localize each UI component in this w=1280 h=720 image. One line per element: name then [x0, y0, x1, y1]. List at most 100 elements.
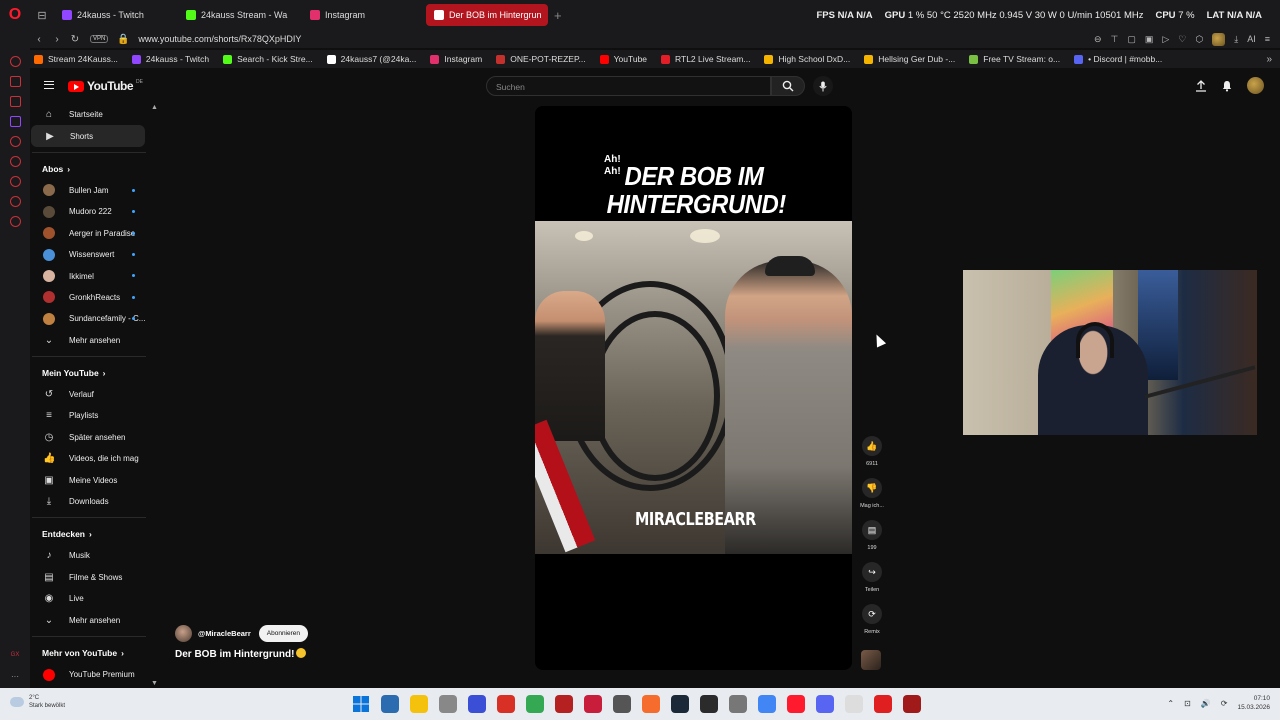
opera-taskbar-icon[interactable]	[787, 695, 805, 713]
like-icon[interactable]: 👍	[862, 436, 882, 456]
wallet-icon[interactable]: ▣	[1145, 34, 1154, 45]
subscribe-button[interactable]: Abonnieren	[258, 625, 309, 642]
dislike-icon[interactable]: 👎	[862, 478, 882, 498]
sidebar-item-explore[interactable]: ♪ Musik	[30, 545, 158, 566]
bookmark-item[interactable]: Free TV Stream: o...	[969, 54, 1060, 64]
sidebar-item-library[interactable]: 👍 Videos, die ich mag	[30, 448, 158, 469]
chrome-taskbar-icon[interactable]	[758, 695, 776, 713]
sidebar-item-startseite[interactable]: ⌂ Startseite	[30, 104, 158, 125]
vpn-badge[interactable]: VPN	[90, 35, 109, 43]
sidebar-item-library[interactable]: ▣ Meine Videos	[30, 469, 158, 490]
my-youtube-heading[interactable]: Mein YouTube ›	[30, 362, 158, 384]
show-more-subscriptions[interactable]: ⌄ Mehr ansehen	[30, 330, 158, 351]
start-taskbar-icon[interactable]	[352, 695, 370, 713]
sidebar-subscription[interactable]: GronkhReacts	[30, 287, 158, 308]
green-app-taskbar-icon[interactable]	[526, 695, 544, 713]
menu-icon[interactable]: ≡	[1265, 34, 1270, 44]
aria-icon[interactable]	[9, 56, 21, 67]
bookmark-item[interactable]: RTL2 Live Stream...	[661, 54, 750, 64]
pdf-taskbar-icon[interactable]	[874, 695, 892, 713]
bookmark-item[interactable]: Hellsing Ger Dub -...	[864, 54, 955, 64]
settings-icon[interactable]	[9, 216, 21, 227]
network-icon[interactable]: ⊡	[1184, 699, 1191, 708]
notes-taskbar-icon[interactable]	[845, 695, 863, 713]
account-avatar[interactable]	[1247, 77, 1264, 94]
sidebar-subscription[interactable]: Wissenswert	[30, 244, 158, 265]
circle-app-taskbar-icon[interactable]	[613, 695, 631, 713]
game1-taskbar-icon[interactable]	[555, 695, 573, 713]
red-app-taskbar-icon[interactable]	[497, 695, 515, 713]
bookmark-item[interactable]: • Discord | #mobb...	[1074, 54, 1162, 64]
sidebar-subscription[interactable]: Sundancefamily - C...	[30, 308, 158, 329]
menu-hamburger-icon[interactable]	[44, 81, 54, 89]
bookmark-item[interactable]: Stream 24Kauss...	[34, 54, 118, 64]
origin-taskbar-icon[interactable]	[642, 695, 660, 713]
browser-tab[interactable]: Instagram	[302, 4, 426, 26]
dislike-action[interactable]: 👎 Mag ich...	[858, 478, 886, 520]
v-app-taskbar-icon[interactable]	[468, 695, 486, 713]
bookmark-item[interactable]: 24kauss - Twitch	[131, 54, 209, 64]
remix-icon[interactable]: ⟳	[862, 604, 882, 624]
sidebar-item-shorts[interactable]: ▶ Shorts	[31, 125, 145, 147]
explore-heading[interactable]: Entdecken ›	[30, 523, 158, 545]
mouse-taskbar-icon[interactable]	[439, 695, 457, 713]
bookmarks-overflow-icon[interactable]: »	[1266, 54, 1272, 65]
forward-icon[interactable]: ›	[48, 34, 66, 45]
twitch-icon[interactable]	[9, 116, 21, 127]
channel-avatar[interactable]	[175, 625, 192, 642]
more-icon[interactable]: ···	[11, 672, 19, 681]
steam-taskbar-icon[interactable]	[671, 695, 689, 713]
like-action[interactable]: 👍 6911	[858, 436, 886, 478]
sidebar-subscription[interactable]: Ikkimel	[30, 265, 158, 286]
sidebar-item-premium[interactable]: YouTube Premium	[30, 664, 158, 685]
tray-chevron-icon[interactable]: ⌃	[1167, 699, 1174, 708]
remix-action[interactable]: ⟳ Remix	[858, 604, 886, 646]
workspace-icon[interactable]: ⊟	[30, 0, 54, 30]
bookmark-item[interactable]: 24kauss7 (@24ka...	[326, 54, 416, 64]
comments-action[interactable]: ▤ 199	[858, 520, 886, 562]
bookmark-item[interactable]: Instagram	[430, 54, 482, 64]
browser-tab[interactable]: 24kauss - Twitch	[54, 4, 178, 26]
search-button[interactable]	[771, 76, 805, 96]
share-action[interactable]: ↪ Teilen	[858, 562, 886, 604]
player-sidebar-icon[interactable]	[9, 156, 21, 167]
aria-ai-icon[interactable]: AI	[1247, 34, 1256, 44]
sidebar-item-explore[interactable]: ▤ Filme & Shows	[30, 567, 158, 588]
show-more-explore[interactable]: ⌄ Mehr ansehen	[30, 609, 158, 630]
youtube-music-icon[interactable]	[9, 136, 21, 147]
player-icon[interactable]: ▷	[1162, 34, 1169, 45]
game2-taskbar-icon[interactable]	[584, 695, 602, 713]
browser-tab[interactable]: 24kauss Stream - Wa	[178, 4, 302, 26]
sidebar-subscription[interactable]: Mudoro 222	[30, 201, 158, 222]
sidebar-item-library[interactable]: ↺ Verlauf	[30, 384, 158, 405]
bookmarks-sidebar-icon[interactable]	[9, 196, 21, 207]
sidebar-subscription[interactable]: Bullen Jam	[30, 180, 158, 201]
app-gray-taskbar-icon[interactable]	[729, 695, 747, 713]
history-sidebar-icon[interactable]	[9, 176, 21, 187]
heart-icon[interactable]: ♡	[1178, 34, 1186, 45]
bookmark-item[interactable]: YouTube	[599, 54, 647, 64]
sidebar-item-library[interactable]: ≡ Playlists	[30, 405, 158, 426]
short-video-player[interactable]: Ah! Ah! DER BOB IM HINTERGRUND! MIRACLEB…	[535, 106, 852, 670]
sync-icon[interactable]: ⟳	[1221, 699, 1228, 708]
app-dark-taskbar-icon[interactable]	[700, 695, 718, 713]
youtube-logo[interactable]: YouTube DE	[68, 79, 143, 93]
lock-icon[interactable]: 🔒	[114, 34, 132, 45]
bookmark-item[interactable]: High School DxD...	[764, 54, 850, 64]
extensions-icon[interactable]: ⬡	[1195, 34, 1203, 45]
notifications-bell-icon[interactable]	[1221, 80, 1233, 92]
sidebar-item-explore[interactable]: ◉ Live	[30, 588, 158, 609]
volume-icon[interactable]: 🔊	[1201, 699, 1211, 708]
channel-name[interactable]: @MiracleBearr	[198, 629, 251, 638]
game3-taskbar-icon[interactable]	[903, 695, 921, 713]
bookmark-item[interactable]: ONE-POT-REZEP...	[496, 54, 586, 64]
messenger-icon[interactable]	[9, 96, 21, 107]
reload-icon[interactable]: ↻	[66, 34, 84, 45]
weather-widget[interactable]: 2°C Stark bewölkt	[10, 694, 65, 710]
new-tab-button[interactable]: +	[548, 8, 568, 23]
short-title[interactable]: Der BOB im Hintergrund!	[175, 648, 307, 660]
profile-avatar[interactable]	[1212, 32, 1226, 46]
browser-tab-active[interactable]: Der BOB im Hintergrun	[426, 4, 548, 26]
search-input[interactable]: Suchen	[486, 76, 771, 96]
comments-icon[interactable]: ▤	[862, 520, 882, 540]
